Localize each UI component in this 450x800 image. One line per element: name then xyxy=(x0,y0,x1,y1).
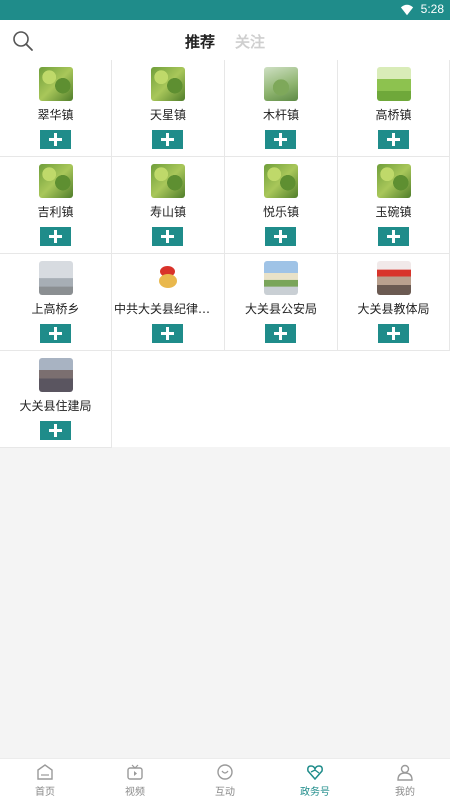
follow-plus-button[interactable] xyxy=(152,227,183,246)
follow-plus-button[interactable] xyxy=(40,227,71,246)
nav-label: 政务号 xyxy=(300,787,330,798)
follow-plus-button[interactable] xyxy=(378,324,409,343)
chat-icon xyxy=(216,763,234,781)
account-card[interactable]: 大关县教体局 xyxy=(338,254,450,351)
account-name: 中共大关县纪律检查委员会 xyxy=(114,302,222,316)
follow-plus-button[interactable] xyxy=(378,227,409,246)
nav-item-heart-hands[interactable]: 政务号 xyxy=(270,763,360,798)
status-time: 5:28 xyxy=(420,2,444,16)
account-avatar xyxy=(39,164,73,198)
account-name: 高桥镇 xyxy=(375,108,412,122)
follow-plus-button[interactable] xyxy=(40,130,71,149)
tv-icon xyxy=(126,763,144,781)
account-avatar xyxy=(377,261,411,295)
account-name: 大关县住建局 xyxy=(19,399,92,413)
account-card[interactable]: 中共大关县纪律检查委员会 xyxy=(112,254,225,351)
follow-plus-button[interactable] xyxy=(265,227,296,246)
account-name: 吉利镇 xyxy=(37,205,74,219)
account-card[interactable]: 高桥镇 xyxy=(338,60,450,157)
nav-item-tv[interactable]: 视频 xyxy=(90,763,180,798)
nav-label: 我的 xyxy=(395,787,415,798)
search-icon[interactable] xyxy=(12,30,34,52)
account-avatar xyxy=(39,358,73,392)
account-avatar xyxy=(377,67,411,101)
account-card[interactable]: 上高桥乡 xyxy=(0,254,112,351)
follow-plus-button[interactable] xyxy=(152,130,183,149)
follow-plus-button[interactable] xyxy=(40,324,71,343)
account-name: 翠华镇 xyxy=(37,108,74,122)
account-avatar xyxy=(151,67,185,101)
account-card[interactable]: 玉碗镇 xyxy=(338,157,450,254)
account-card[interactable]: 大关县公安局 xyxy=(225,254,338,351)
follow-plus-button[interactable] xyxy=(265,324,296,343)
account-avatar xyxy=(264,164,298,198)
account-avatar xyxy=(264,67,298,101)
account-name: 天星镇 xyxy=(149,108,186,122)
account-card[interactable]: 翠华镇 xyxy=(0,60,112,157)
account-avatar xyxy=(39,261,73,295)
account-avatar xyxy=(264,261,298,295)
home-icon xyxy=(36,763,54,781)
account-name: 悦乐镇 xyxy=(262,205,299,219)
top-bar: 推荐 关注 xyxy=(0,20,450,60)
account-name: 玉碗镇 xyxy=(375,205,412,219)
account-card[interactable]: 寿山镇 xyxy=(112,157,225,254)
account-name: 上高桥乡 xyxy=(31,302,80,316)
nav-item-home[interactable]: 首页 xyxy=(0,763,90,798)
tab-recommend[interactable]: 推荐 xyxy=(185,31,215,52)
follow-plus-button[interactable] xyxy=(40,421,71,440)
account-grid: 翠华镇 天星镇 木杆镇 高桥镇吉利镇 寿山镇 悦乐镇 玉碗镇上高桥乡 中共大关县纪律检查委员会… xyxy=(0,60,450,448)
follow-plus-button[interactable] xyxy=(152,324,183,343)
nav-item-user[interactable]: 我的 xyxy=(360,763,450,798)
account-card[interactable]: 吉利镇 xyxy=(0,157,112,254)
nav-label: 互动 xyxy=(215,787,235,798)
tab-follow[interactable]: 关注 xyxy=(235,31,265,52)
account-avatar xyxy=(151,261,185,295)
wifi-icon xyxy=(400,4,414,16)
follow-plus-button[interactable] xyxy=(378,130,409,149)
account-name: 寿山镇 xyxy=(149,205,186,219)
nav-label: 视频 xyxy=(125,787,145,798)
account-card[interactable]: 木杆镇 xyxy=(225,60,338,157)
heart-hands-icon xyxy=(306,763,324,781)
status-bar: 5:28 xyxy=(0,0,450,20)
account-avatar xyxy=(377,164,411,198)
account-name: 木杆镇 xyxy=(262,108,299,122)
account-card[interactable]: 大关县住建局 xyxy=(0,351,112,448)
account-card[interactable]: 悦乐镇 xyxy=(225,157,338,254)
follow-plus-button[interactable] xyxy=(265,130,296,149)
account-avatar xyxy=(39,67,73,101)
account-avatar xyxy=(151,164,185,198)
nav-item-chat[interactable]: 互动 xyxy=(180,763,270,798)
account-card[interactable]: 天星镇 xyxy=(112,60,225,157)
bottom-nav: 首页 视频 互动 政务号 我的 xyxy=(0,758,450,800)
nav-label: 首页 xyxy=(35,787,55,798)
account-name: 大关县公安局 xyxy=(244,302,317,316)
account-name: 大关县教体局 xyxy=(357,302,430,316)
user-icon xyxy=(396,763,414,781)
